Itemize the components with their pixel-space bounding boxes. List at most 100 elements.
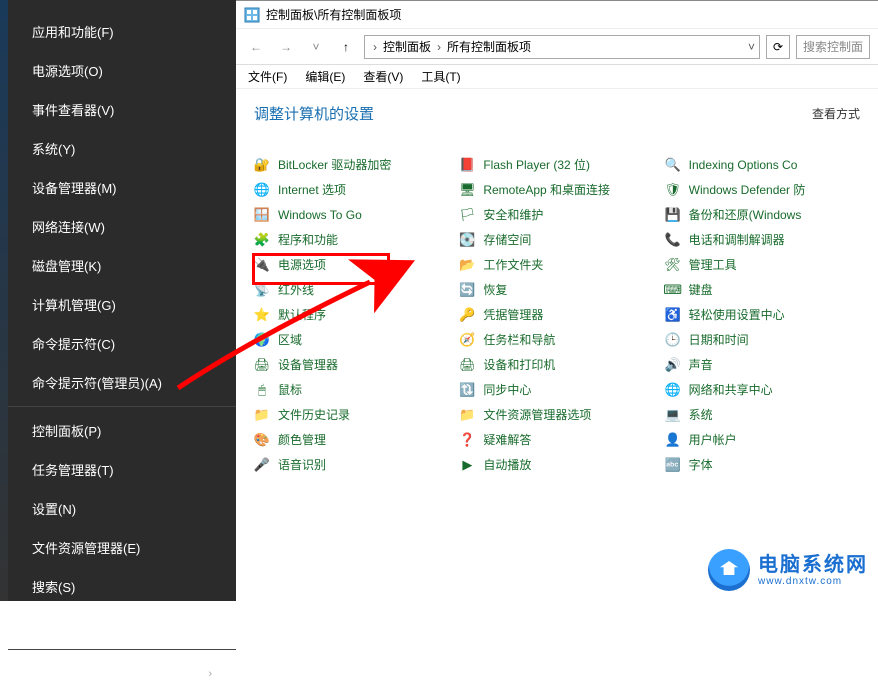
control-panel-item[interactable]: 🛡Windows Defender 防	[665, 177, 860, 202]
winx-menu-item[interactable]: 设备管理器(M)	[8, 168, 236, 207]
item-label: 颜色管理	[278, 431, 326, 448]
menu-tools[interactable]: 工具(T)	[421, 68, 460, 85]
winx-menu-item[interactable]: 设置(N)	[8, 489, 236, 528]
control-panel-item[interactable]: 🪟Windows To Go	[254, 202, 449, 227]
winx-menu-item[interactable]: 磁盘管理(K)	[8, 246, 236, 285]
winx-menu-item[interactable]: 事件查看器(V)	[8, 90, 236, 129]
control-panel-item[interactable]: 🔊声音	[665, 352, 860, 377]
control-panel-item[interactable]: 📁文件资源管理器选项	[459, 402, 654, 427]
winx-menu-item[interactable]: 关机或注销(U)›	[8, 654, 236, 693]
item-icon: 🎨	[254, 432, 270, 448]
control-panel-item[interactable]: 🧭任务栏和导航	[459, 327, 654, 352]
winx-menu-item[interactable]: 搜索(S)	[8, 567, 236, 606]
control-panel-item[interactable]: 🌐Internet 选项	[254, 177, 449, 202]
control-panel-item[interactable]: 🔌电源选项	[254, 252, 449, 277]
control-panel-item[interactable]: 🎨 颜色管理	[254, 427, 449, 452]
window-titlebar: 控制面板\所有控制面板项	[236, 1, 878, 29]
control-panel-item[interactable]: 🌐网络和共享中心	[665, 377, 860, 402]
item-label: 区域	[278, 331, 302, 348]
item-label: Windows To Go	[278, 208, 362, 222]
item-label: 网络和共享中心	[689, 381, 773, 398]
item-icon: 💽	[459, 232, 475, 248]
item-icon: 🛡	[665, 182, 681, 198]
control-panel-item[interactable]: 🌍区域	[254, 327, 449, 352]
chevron-right-icon[interactable]: ›	[373, 40, 377, 54]
control-panel-item[interactable]: 🏳安全和维护	[459, 202, 654, 227]
menu-separator	[8, 649, 236, 650]
winx-menu-item[interactable]: 文件资源管理器(E)	[8, 528, 236, 567]
control-panel-item[interactable]: 🔃同步中心	[459, 377, 654, 402]
search-input[interactable]: 搜索控制面	[796, 35, 870, 59]
item-label: 自动播放	[483, 456, 531, 473]
control-panel-item[interactable]: ⭐默认程序	[254, 302, 449, 327]
item-icon: 🧭	[459, 332, 475, 348]
control-panel-item[interactable]: 🎤语音识别	[254, 452, 449, 477]
control-panel-item[interactable]: 🖨设备管理器	[254, 352, 449, 377]
breadcrumb-current[interactable]: 所有控制面板项	[445, 38, 533, 55]
item-label: 同步中心	[483, 381, 531, 398]
winx-menu-item[interactable]: 运行(R)	[8, 606, 236, 645]
control-panel-item[interactable]: ♿轻松使用设置中心	[665, 302, 860, 327]
refresh-button[interactable]: ⟳	[766, 35, 790, 59]
item-label: 疑难解答	[483, 431, 531, 448]
item-label: 系统	[689, 406, 713, 423]
control-panel-item[interactable]: ⌨键盘	[665, 277, 860, 302]
item-label: 设备和打印机	[483, 356, 555, 373]
winx-menu-label: 命令提示符(管理员)(A)	[32, 373, 162, 392]
control-panel-item[interactable]: 📂工作文件夹	[459, 252, 654, 277]
control-panel-item[interactable]: 🔑凭据管理器	[459, 302, 654, 327]
control-panel-item[interactable]: 💾备份和还原(Windows	[665, 202, 860, 227]
winx-menu-item[interactable]: 电源选项(O)	[8, 51, 236, 90]
winx-menu-label: 设置(N)	[32, 499, 76, 518]
winx-menu-item[interactable]: 命令提示符(C)	[8, 324, 236, 363]
watermark: 电脑系统网 www.dnxtw.com	[708, 549, 868, 591]
control-panel-item[interactable]: 🖨设备和打印机	[459, 352, 654, 377]
winx-menu-item[interactable]: 任务管理器(T)	[8, 450, 236, 489]
winx-menu-item[interactable]: 应用和功能(F)	[8, 12, 236, 51]
control-panel-item[interactable]: 👤用户帐户	[665, 427, 860, 452]
control-panel-item[interactable]: 📞电话和调制解调器	[665, 227, 860, 252]
winx-menu-label: 搜索(S)	[32, 577, 75, 596]
control-panel-item[interactable]: 🔄恢复	[459, 277, 654, 302]
winx-menu-item[interactable]: 计算机管理(G)	[8, 285, 236, 324]
view-by-label[interactable]: 查看方式	[812, 105, 860, 122]
control-panel-item[interactable]: 📕Flash Player (32 位)	[459, 152, 654, 177]
winx-menu-item[interactable]: 控制面板(P)	[8, 411, 236, 450]
control-panel-item[interactable]: ▶自动播放	[459, 452, 654, 477]
item-label: 管理工具	[689, 256, 737, 273]
nav-up-button[interactable]: ↑	[334, 35, 358, 59]
menu-view[interactable]: 查看(V)	[363, 68, 403, 85]
control-panel-item[interactable]: 🛠管理工具	[665, 252, 860, 277]
item-icon: 💾	[665, 207, 681, 223]
menu-file[interactable]: 文件(F)	[248, 68, 287, 85]
menu-bar: 文件(F) 编辑(E) 查看(V) 工具(T)	[236, 65, 878, 89]
control-panel-item[interactable]: 🔍Indexing Options Co	[665, 152, 860, 177]
control-panel-item[interactable]: 🕒日期和时间	[665, 327, 860, 352]
control-panel-item[interactable]: 💻系统	[665, 402, 860, 427]
winx-menu-item[interactable]: 系统(Y)	[8, 129, 236, 168]
item-icon: 🖱	[254, 382, 270, 398]
menu-edit[interactable]: 编辑(E)	[305, 68, 345, 85]
winx-menu-item[interactable]: 网络连接(W)	[8, 207, 236, 246]
control-panel-item[interactable]: 📁文件历史记录	[254, 402, 449, 427]
breadcrumb-box[interactable]: › 控制面板 › 所有控制面板项 ˅	[364, 35, 760, 59]
item-label: 日期和时间	[689, 331, 749, 348]
chevron-down-icon[interactable]: ˅	[748, 40, 755, 54]
breadcrumb-root[interactable]: 控制面板	[381, 38, 433, 55]
control-panel-item[interactable]: 💽存储空间	[459, 227, 654, 252]
nav-back-button[interactable]: ←	[244, 35, 268, 59]
winx-menu-label: 电源选项(O)	[32, 61, 103, 80]
control-panel-item[interactable]: 🔤字体	[665, 452, 860, 477]
chevron-right-icon[interactable]: ›	[437, 40, 441, 54]
winx-menu-item[interactable]: 命令提示符(管理员)(A)	[8, 363, 236, 402]
nav-recent-button[interactable]: ˅	[304, 35, 328, 59]
item-label: 工作文件夹	[483, 256, 543, 273]
item-icon: 🔄	[459, 282, 475, 298]
control-panel-item[interactable]: 🖱鼠标	[254, 377, 449, 402]
control-panel-item[interactable]: 🧩程序和功能	[254, 227, 449, 252]
control-panel-item[interactable]: 🔐BitLocker 驱动器加密	[254, 152, 449, 177]
control-panel-item[interactable]: ❓疑难解答	[459, 427, 654, 452]
control-panel-item[interactable]: 📡红外线	[254, 277, 449, 302]
control-panel-item[interactable]: 🖥RemoteApp 和桌面连接	[459, 177, 654, 202]
item-label: RemoteApp 和桌面连接	[483, 181, 610, 198]
